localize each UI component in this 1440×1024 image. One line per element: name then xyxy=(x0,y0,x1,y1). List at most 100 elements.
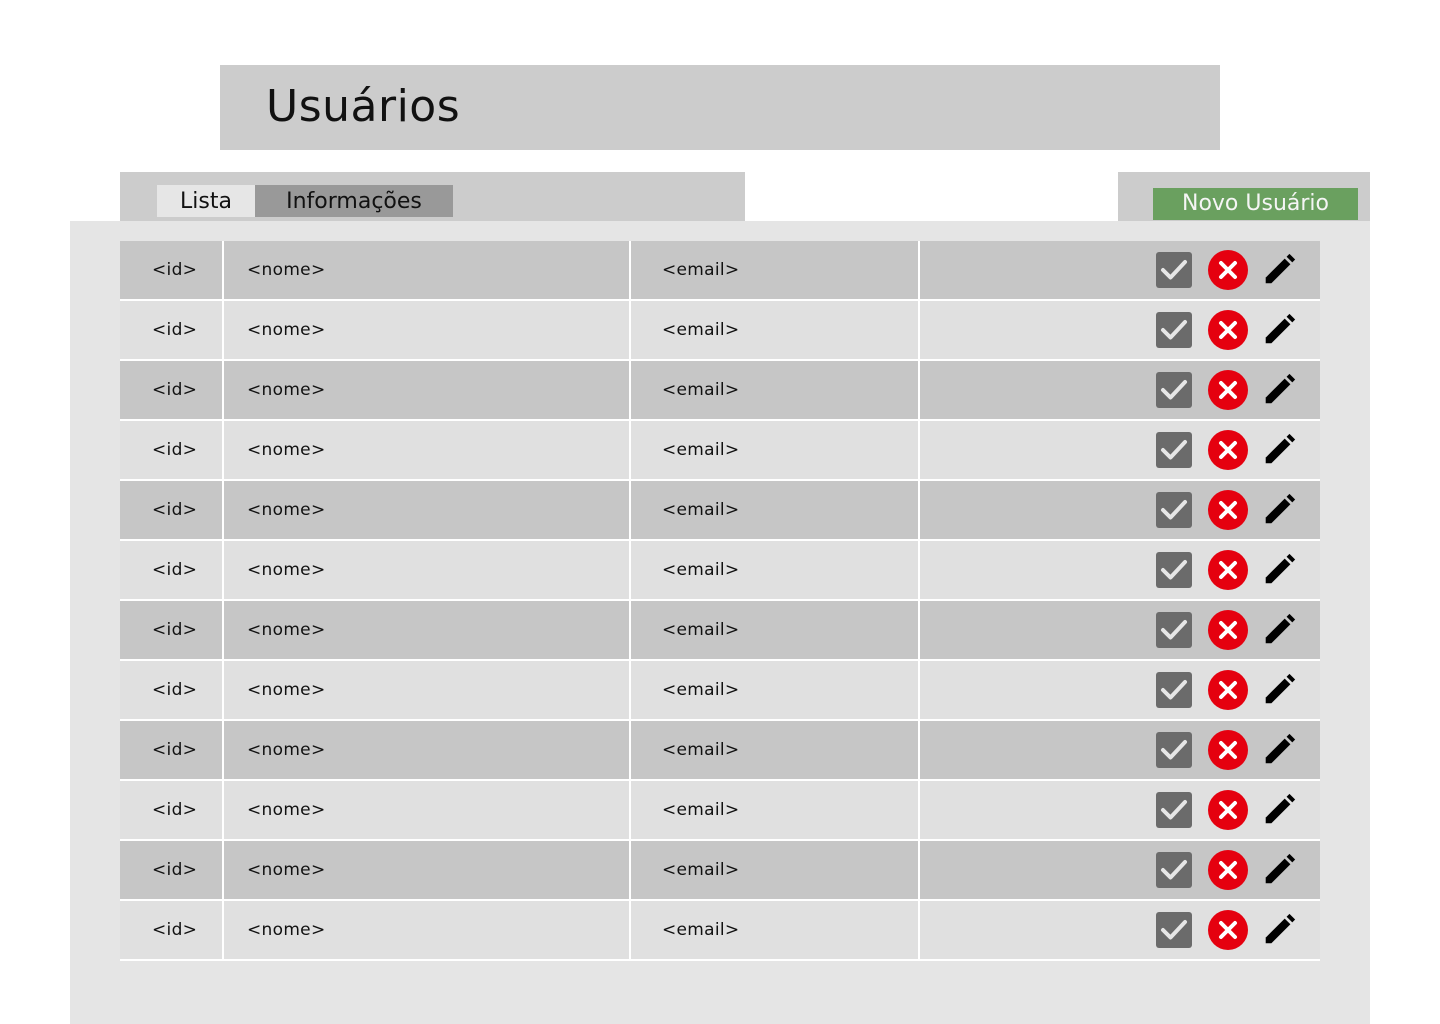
cell-id: <id> xyxy=(152,920,198,940)
table-row: <id> <nome> <email> xyxy=(120,481,1320,541)
cell-id: <id> xyxy=(152,260,198,280)
column-divider xyxy=(629,901,631,959)
column-divider xyxy=(629,781,631,839)
cell-nome: <nome> xyxy=(247,800,326,820)
cell-nome: <nome> xyxy=(247,680,326,700)
delete-icon[interactable] xyxy=(1208,670,1248,710)
tab-lista[interactable]: Lista xyxy=(157,185,255,217)
edit-pencil-icon[interactable] xyxy=(1260,491,1298,529)
delete-icon[interactable] xyxy=(1208,250,1248,290)
edit-pencil-icon[interactable] xyxy=(1260,911,1298,949)
edit-pencil-icon[interactable] xyxy=(1260,851,1298,889)
delete-icon[interactable] xyxy=(1208,610,1248,650)
edit-pencil-icon[interactable] xyxy=(1260,671,1298,709)
table-row: <id> <nome> <email> xyxy=(120,541,1320,601)
table-row: <id> <nome> <email> xyxy=(120,301,1320,361)
page-header: Usuários xyxy=(220,65,1220,150)
cell-nome: <nome> xyxy=(247,740,326,760)
cell-email: <email> xyxy=(662,800,740,820)
cell-email: <email> xyxy=(662,560,740,580)
table-row: <id> <nome> <email> xyxy=(120,781,1320,841)
tab-informacoes[interactable]: Informações xyxy=(255,185,453,217)
column-divider xyxy=(629,481,631,539)
tab-bar: Lista Informações xyxy=(120,172,745,222)
column-divider xyxy=(629,721,631,779)
check-icon[interactable] xyxy=(1155,491,1193,529)
cell-email: <email> xyxy=(662,740,740,760)
edit-pencil-icon[interactable] xyxy=(1260,551,1298,589)
column-divider xyxy=(918,901,920,959)
check-icon[interactable] xyxy=(1155,611,1193,649)
cell-nome: <nome> xyxy=(247,620,326,640)
table-row: <id> <nome> <email> xyxy=(120,361,1320,421)
delete-icon[interactable] xyxy=(1208,910,1248,950)
cell-nome: <nome> xyxy=(247,920,326,940)
edit-pencil-icon[interactable] xyxy=(1260,311,1298,349)
delete-icon[interactable] xyxy=(1208,550,1248,590)
delete-icon[interactable] xyxy=(1208,430,1248,470)
column-divider xyxy=(918,721,920,779)
new-user-button[interactable]: Novo Usuário xyxy=(1153,188,1358,220)
column-divider xyxy=(222,841,224,899)
edit-pencil-icon[interactable] xyxy=(1260,431,1298,469)
column-divider xyxy=(222,901,224,959)
check-icon[interactable] xyxy=(1155,791,1193,829)
check-icon[interactable] xyxy=(1155,851,1193,889)
column-divider xyxy=(918,301,920,359)
table-row: <id> <nome> <email> xyxy=(120,241,1320,301)
cell-id: <id> xyxy=(152,860,198,880)
table-row: <id> <nome> <email> xyxy=(120,421,1320,481)
column-divider xyxy=(222,421,224,479)
cell-nome: <nome> xyxy=(247,860,326,880)
edit-pencil-icon[interactable] xyxy=(1260,791,1298,829)
check-icon[interactable] xyxy=(1155,671,1193,709)
delete-icon[interactable] xyxy=(1208,370,1248,410)
delete-icon[interactable] xyxy=(1208,490,1248,530)
column-divider xyxy=(222,781,224,839)
cell-email: <email> xyxy=(662,260,740,280)
edit-pencil-icon[interactable] xyxy=(1260,731,1298,769)
check-icon[interactable] xyxy=(1155,311,1193,349)
cell-id: <id> xyxy=(152,800,198,820)
cell-nome: <nome> xyxy=(247,440,326,460)
cell-email: <email> xyxy=(662,500,740,520)
delete-icon[interactable] xyxy=(1208,310,1248,350)
column-divider xyxy=(918,361,920,419)
delete-icon[interactable] xyxy=(1208,730,1248,770)
column-divider xyxy=(629,301,631,359)
cell-nome: <nome> xyxy=(247,320,326,340)
users-table: <id> <nome> <email> <id> <nome> <email> <id> <n… xyxy=(120,241,1320,961)
delete-icon[interactable] xyxy=(1208,790,1248,830)
cell-email: <email> xyxy=(662,380,740,400)
check-icon[interactable] xyxy=(1155,251,1193,289)
check-icon[interactable] xyxy=(1155,371,1193,409)
table-row: <id> <nome> <email> xyxy=(120,841,1320,901)
column-divider xyxy=(918,781,920,839)
column-divider xyxy=(629,361,631,419)
delete-icon[interactable] xyxy=(1208,850,1248,890)
edit-pencil-icon[interactable] xyxy=(1260,611,1298,649)
column-divider xyxy=(918,481,920,539)
cell-id: <id> xyxy=(152,380,198,400)
column-divider xyxy=(629,841,631,899)
column-divider xyxy=(629,661,631,719)
check-icon[interactable] xyxy=(1155,551,1193,589)
column-divider xyxy=(918,841,920,899)
page-title: Usuários xyxy=(266,81,461,132)
column-divider xyxy=(222,541,224,599)
check-icon[interactable] xyxy=(1155,731,1193,769)
edit-pencil-icon[interactable] xyxy=(1260,251,1298,289)
cell-id: <id> xyxy=(152,740,198,760)
table-row: <id> <nome> <email> xyxy=(120,601,1320,661)
cell-email: <email> xyxy=(662,920,740,940)
column-divider xyxy=(629,541,631,599)
cell-id: <id> xyxy=(152,500,198,520)
column-divider xyxy=(918,601,920,659)
edit-pencil-icon[interactable] xyxy=(1260,371,1298,409)
cell-id: <id> xyxy=(152,320,198,340)
cell-nome: <nome> xyxy=(247,500,326,520)
check-icon[interactable] xyxy=(1155,431,1193,469)
check-icon[interactable] xyxy=(1155,911,1193,949)
table-row: <id> <nome> <email> xyxy=(120,661,1320,721)
column-divider xyxy=(918,241,920,299)
